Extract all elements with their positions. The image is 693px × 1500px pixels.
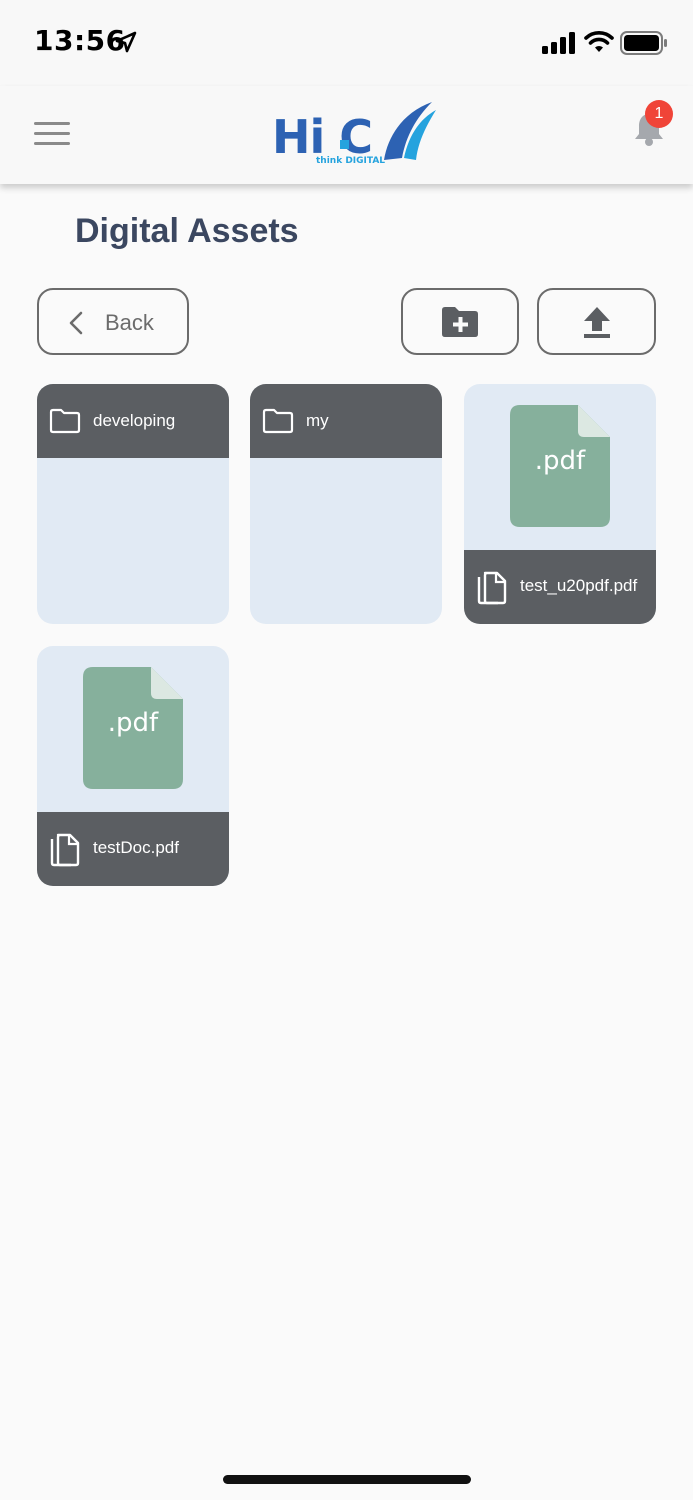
file-card-test-u20pdf[interactable]: .pdf test_u20pdf.pdf xyxy=(464,384,656,624)
file-name: test_u20pdf.pdf xyxy=(520,576,638,595)
folder-card-header: my xyxy=(250,384,442,458)
new-folder-button[interactable] xyxy=(401,288,519,355)
file-card-footer: test_u20pdf.pdf xyxy=(464,550,656,624)
home-indicator[interactable] xyxy=(223,1475,471,1484)
signal-icon xyxy=(542,32,575,54)
wifi-icon xyxy=(584,31,614,52)
notification-badge: 1 xyxy=(645,100,673,128)
file-card-testdoc[interactable]: .pdf testDoc.pdf xyxy=(37,646,229,886)
folder-icon xyxy=(49,408,81,434)
upload-button[interactable] xyxy=(537,288,656,355)
folder-card-my[interactable]: my xyxy=(250,384,442,624)
back-button[interactable]: Back xyxy=(37,288,189,355)
back-button-label: Back xyxy=(105,310,154,335)
folder-plus-icon xyxy=(442,306,478,337)
brand-logo: Hi C think DIGITAL xyxy=(270,100,440,170)
pdf-thumb-label: .pdf xyxy=(107,708,159,738)
upload-icon xyxy=(583,306,610,338)
folder-name: developing xyxy=(93,411,176,430)
logo-wing-icon xyxy=(384,102,436,160)
battery-icon xyxy=(620,31,667,55)
app-header: Hi C think DIGITAL xyxy=(0,86,693,184)
chevron-left-icon xyxy=(69,311,83,335)
folder-card-header: developing xyxy=(37,384,229,458)
copy-document-icon xyxy=(50,833,80,867)
copy-document-icon xyxy=(477,571,507,605)
status-time: 13:56 xyxy=(34,24,126,57)
page-title: Digital Assets xyxy=(75,212,299,250)
folder-name: my xyxy=(306,411,329,430)
status-bar: 13:56 xyxy=(0,0,693,86)
pdf-thumb-label: .pdf xyxy=(534,446,586,476)
file-name: testDoc.pdf xyxy=(93,838,179,857)
folder-card-developing[interactable]: developing xyxy=(37,384,229,624)
location-arrow-icon xyxy=(115,31,137,53)
logo-subtitle: think DIGITAL xyxy=(316,156,386,166)
folder-icon xyxy=(262,408,294,434)
logo-dot xyxy=(340,140,349,149)
file-card-footer: testDoc.pdf xyxy=(37,812,229,886)
hamburger-menu-icon[interactable] xyxy=(34,122,70,148)
